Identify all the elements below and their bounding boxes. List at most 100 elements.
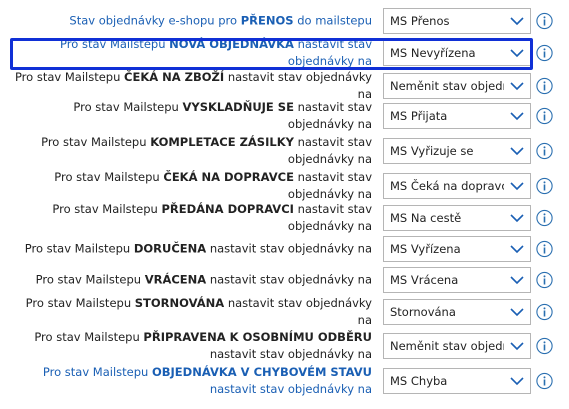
- info-icon[interactable]: [536, 209, 553, 227]
- setting-label: Pro stav Mailstepu ČEKÁ NA DOPRAVCE nast…: [10, 169, 372, 203]
- label-prefix: Stav objednávky e-shopu pro: [69, 13, 241, 28]
- label-status-name: STORNOVÁNA: [134, 296, 225, 310]
- status-select-value: MS Chyba: [390, 374, 448, 388]
- label-prefix: Pro stav Mailstepu: [35, 272, 145, 287]
- setting-row: Pro stav Mailstepu NOVÁ OBJEDNÁVKA nasta…: [0, 36, 569, 70]
- setting-row: Pro stav Mailstepu VRÁCENA nastavit stav…: [0, 265, 569, 295]
- label-status-name: PŘEDÁNA DOPRAVCI: [161, 202, 294, 216]
- setting-row: Pro stav Mailstepu OBJEDNÁVKA V CHYBOVÉM…: [0, 362, 569, 400]
- label-suffix: nastavit stav objednávky na: [287, 170, 372, 201]
- chevron-down-icon: [510, 245, 524, 254]
- info-icon[interactable]: [536, 142, 553, 160]
- status-select[interactable]: MS Nevyřízena: [383, 40, 531, 66]
- info-icon[interactable]: [536, 44, 553, 62]
- label-prefix: Pro stav Mailstepu: [60, 37, 170, 51]
- label-status-name: PŘENOS: [240, 13, 294, 28]
- status-select-value: MS Vrácena: [390, 273, 459, 287]
- setting-label: Pro stav Mailstepu KOMPLETACE ZÁSILKY na…: [10, 134, 372, 168]
- label-suffix: nastavit stav objednávky na: [224, 296, 372, 327]
- label-prefix: Pro stav Mailstepu: [41, 135, 151, 149]
- info-icon[interactable]: [536, 372, 553, 390]
- status-select-value: MS Nevyřízena: [390, 46, 476, 60]
- status-select[interactable]: MS Vyřízena: [383, 236, 531, 262]
- status-select[interactable]: MS Přijata: [383, 103, 531, 129]
- setting-label: Pro stav Mailstepu PŘEDÁNA DOPRAVCI nast…: [10, 201, 372, 235]
- label-status-name: DORUČENA: [133, 241, 207, 256]
- setting-label: Pro stav Mailstepu NOVÁ OBJEDNÁVKA nasta…: [10, 36, 372, 70]
- chevron-down-icon: [510, 147, 524, 156]
- status-select[interactable]: Neměnit stav objednávky: [383, 73, 531, 99]
- label-suffix: nastavit stav objednávky na: [287, 202, 372, 233]
- label-status-name: NOVÁ OBJEDNÁVKA: [169, 37, 294, 51]
- status-select-value: Neměnit stav objednávky: [390, 79, 504, 93]
- info-icon[interactable]: [536, 177, 553, 195]
- label-prefix: Pro stav Mailstepu: [73, 100, 183, 114]
- info-icon[interactable]: [536, 107, 553, 125]
- setting-row: Pro stav Mailstepu STORNOVÁNA nastavit s…: [0, 295, 569, 329]
- chevron-down-icon: [510, 308, 524, 317]
- status-select[interactable]: MS Čeká na dopravce: [383, 173, 531, 199]
- chevron-down-icon: [510, 17, 524, 26]
- status-select-value: MS Čeká na dopravce: [390, 179, 504, 193]
- status-select[interactable]: MS Přenos: [383, 8, 531, 34]
- chevron-down-icon: [510, 342, 524, 351]
- status-select[interactable]: MS Vyřizuje se: [383, 138, 531, 164]
- status-select[interactable]: MS Na cestě: [383, 205, 531, 231]
- label-suffix: nastavit stav objednávky na: [287, 100, 372, 131]
- status-select-value: MS Vyřizuje se: [390, 144, 474, 158]
- label-prefix: Pro stav Mailstepu: [54, 170, 164, 184]
- chevron-down-icon: [510, 214, 524, 223]
- info-icon[interactable]: [536, 337, 553, 355]
- setting-label: Pro stav Mailstepu VRÁCENA nastavit stav…: [10, 272, 372, 289]
- status-select-value: MS Přijata: [390, 109, 448, 123]
- setting-row: Pro stav Mailstepu PŘEDÁNA DOPRAVCI nast…: [0, 199, 569, 237]
- status-select-value: Stornována: [390, 305, 456, 319]
- info-icon[interactable]: [536, 303, 553, 321]
- setting-label: Pro stav Mailstepu STORNOVÁNA nastavit s…: [10, 295, 372, 329]
- label-prefix: Pro stav Mailstepu: [34, 330, 144, 344]
- status-select[interactable]: MS Chyba: [383, 368, 531, 394]
- status-select-value: Neměnit stav objednávky: [390, 339, 504, 353]
- setting-row: Pro stav Mailstepu KOMPLETACE ZÁSILKY na…: [0, 132, 569, 170]
- status-select[interactable]: MS Vrácena: [383, 267, 531, 293]
- label-status-name: KOMPLETACE ZÁSILKY: [150, 135, 294, 149]
- label-suffix: nastavit stav objednávky na: [206, 272, 372, 287]
- status-select[interactable]: Neměnit stav objednávky: [383, 333, 531, 359]
- label-suffix: do mailstepu: [293, 13, 372, 28]
- label-prefix: Pro stav Mailstepu: [14, 70, 125, 84]
- label-prefix: Pro stav Mailstepu: [24, 241, 134, 256]
- setting-row: Pro stav Mailstepu ČEKÁ NA DOPRAVCE nast…: [0, 169, 569, 203]
- setting-label: Pro stav Mailstepu OBJEDNÁVKA V CHYBOVÉM…: [10, 364, 372, 398]
- setting-row: Pro stav Mailstepu DORUČENA nastavit sta…: [0, 234, 569, 264]
- label-suffix: nastavit stav objednávky na: [287, 135, 372, 166]
- chevron-down-icon: [510, 112, 524, 121]
- label-status-name: ČEKÁ NA ZBOŽÍ: [124, 70, 225, 84]
- label-status-name: OBJEDNÁVKA V CHYBOVÉM STAVU: [151, 365, 372, 379]
- setting-label: Stav objednávky e-shopu pro PŘENOS do ma…: [10, 13, 372, 30]
- info-icon[interactable]: [536, 240, 553, 258]
- setting-label: Pro stav Mailstepu ČEKÁ NA ZBOŽÍ nastavi…: [10, 69, 372, 103]
- setting-row: Pro stav Mailstepu ČEKÁ NA ZBOŽÍ nastavi…: [0, 69, 569, 103]
- info-icon[interactable]: [536, 77, 553, 95]
- status-select-value: MS Přenos: [390, 14, 450, 28]
- status-select[interactable]: Stornována: [383, 299, 531, 325]
- label-prefix: Pro stav Mailstepu: [25, 296, 135, 310]
- info-icon[interactable]: [536, 12, 553, 30]
- label-suffix: nastavit stav objednávky na: [209, 382, 372, 396]
- label-prefix: Pro stav Mailstepu: [52, 202, 162, 216]
- label-prefix: Pro stav Mailstepu: [42, 365, 152, 379]
- label-status-name: PŘIPRAVENA K OSOBNÍMU ODBĚRU: [143, 330, 372, 344]
- chevron-down-icon: [510, 182, 524, 191]
- label-suffix: nastavit stav objednávky na: [224, 70, 372, 101]
- status-select-value: MS Na cestě: [390, 211, 462, 225]
- info-icon[interactable]: [536, 271, 553, 289]
- setting-row: Pro stav Mailstepu PŘIPRAVENA K OSOBNÍMU…: [0, 327, 569, 365]
- label-suffix: nastavit stav objednávky na: [287, 37, 372, 68]
- status-select-value: MS Vyřízena: [390, 242, 461, 256]
- chevron-down-icon: [510, 276, 524, 285]
- setting-label: Pro stav Mailstepu VYSKLADŇUJE SE nastav…: [10, 99, 372, 133]
- label-suffix: nastavit stav objednávky na: [209, 347, 372, 361]
- chevron-down-icon: [510, 377, 524, 386]
- chevron-down-icon: [510, 82, 524, 91]
- setting-row: Pro stav Mailstepu VYSKLADŇUJE SE nastav…: [0, 99, 569, 133]
